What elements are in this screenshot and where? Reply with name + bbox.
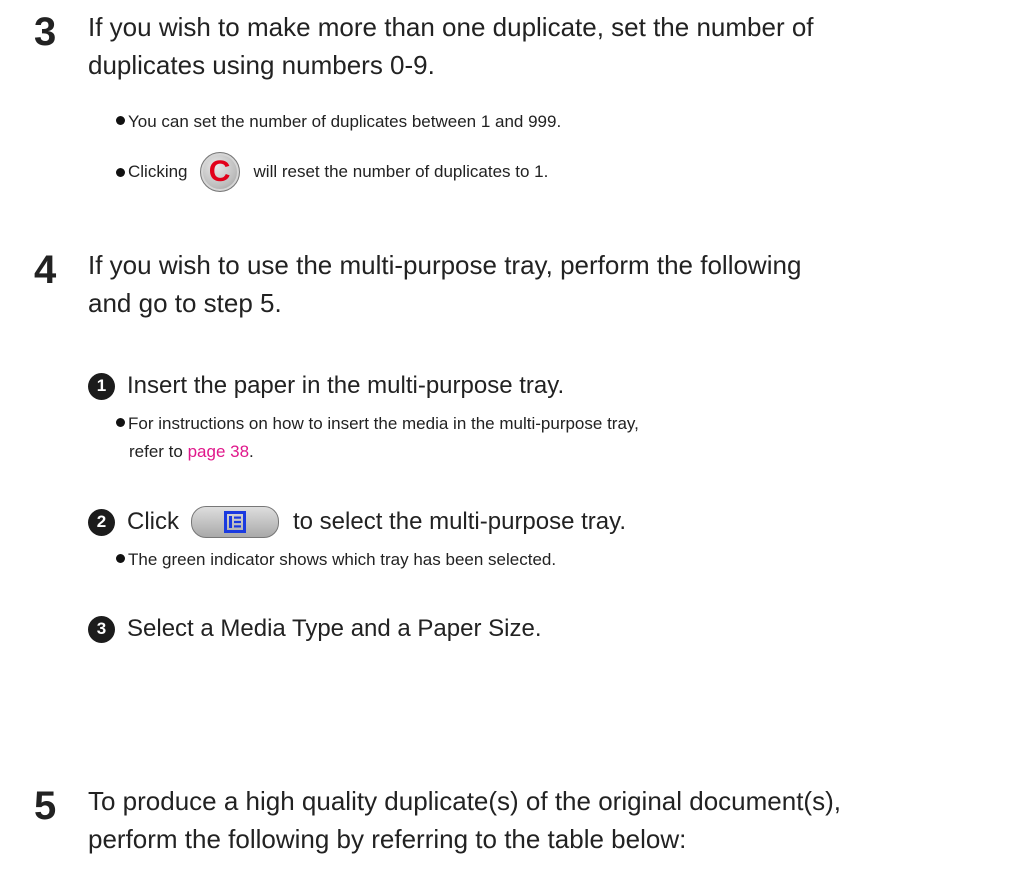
- step-3-bullet-1-text: You can set the number of duplicates bet…: [128, 112, 562, 131]
- step-4-line-2: and go to step 5.: [88, 288, 282, 318]
- bullet-icon: [116, 418, 125, 427]
- bullet-icon: [116, 554, 125, 563]
- substep-3-text: Select a Media Type and a Paper Size.: [127, 615, 542, 642]
- bullet-icon: [116, 167, 125, 177]
- substep-2-marker: 2: [88, 508, 115, 536]
- substep-2-after: to select the multi-purpose tray.: [293, 508, 627, 535]
- step-3-text: If you wish to make more than one duplic…: [88, 8, 1018, 84]
- substep-1-bullet-line-2: refer to page 38.: [116, 438, 1016, 466]
- page-38-link[interactable]: page 38: [188, 442, 249, 461]
- substep-3-marker: 3: [88, 615, 115, 643]
- substep-1-marker: 1: [88, 372, 115, 400]
- substep-2: 2 Click to select the multi-purpose tray…: [88, 505, 1008, 539]
- step-3-line-1: If you wish to make more than one duplic…: [88, 12, 814, 42]
- step-3-bullet-2-after: will reset the number of duplicates to 1…: [253, 162, 549, 181]
- step-number-5: 5: [34, 784, 57, 828]
- substep-3: 3 Select a Media Type and a Paper Size.: [88, 612, 1008, 646]
- step-5-text: To produce a high quality duplicate(s) o…: [88, 782, 1018, 858]
- substep-1-bullet-line-2-before: refer to: [129, 442, 188, 461]
- step-3-bullet-2-before: Clicking: [128, 162, 188, 181]
- step-3-line-2: duplicates using numbers 0-9.: [88, 50, 435, 80]
- substep-2-bullet-text: The green indicator shows which tray has…: [128, 550, 557, 569]
- step-4-text: If you wish to use the multi-purpose tra…: [88, 246, 1018, 322]
- bullet-icon: [116, 116, 125, 125]
- step-number-4: 4: [34, 248, 57, 292]
- step-5-line-2: perform the following by referring to th…: [88, 824, 687, 854]
- step-number-3: 3: [34, 10, 57, 54]
- multi-purpose-tray-icon: [191, 506, 279, 538]
- step-3-bullet-1: You can set the number of duplicates bet…: [116, 108, 1016, 136]
- substep-1-bullet-line-2-after: .: [249, 442, 254, 461]
- substep-1-text: Insert the paper in the multi-purpose tr…: [127, 372, 565, 399]
- substep-1-bullet: For instructions on how to insert the me…: [116, 410, 1016, 466]
- step-3-bullet-2: Clicking C will reset the number of dupl…: [116, 152, 1016, 192]
- step-5-line-1: To produce a high quality duplicate(s) o…: [88, 786, 841, 816]
- clear-c-icon: C: [199, 152, 240, 192]
- substep-2-before: Click: [127, 508, 179, 535]
- substep-1-bullet-line-1: For instructions on how to insert the me…: [128, 414, 639, 433]
- substep-1: 1 Insert the paper in the multi-purpose …: [88, 369, 1008, 403]
- step-4-line-1: If you wish to use the multi-purpose tra…: [88, 250, 802, 280]
- substep-2-bullet: The green indicator shows which tray has…: [116, 546, 1016, 574]
